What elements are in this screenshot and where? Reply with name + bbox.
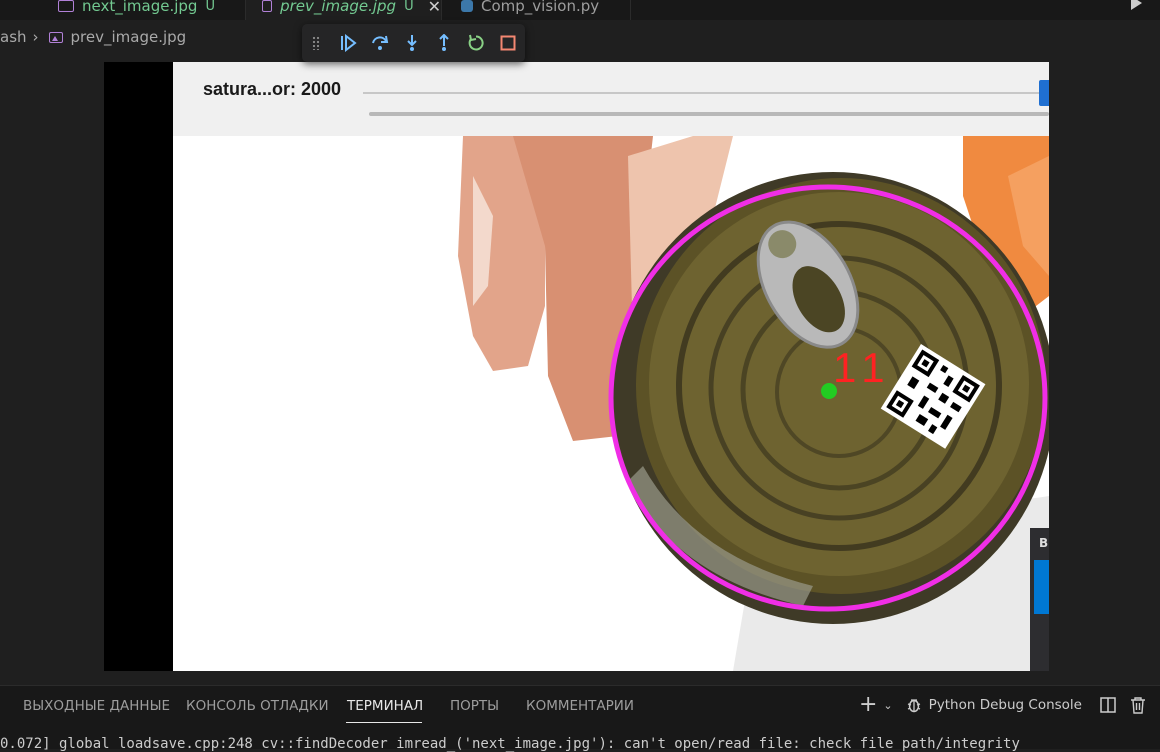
tab-output[interactable]: ВЫХОДНЫЕ ДАННЫЕ <box>23 698 170 714</box>
side-panel-highlight[interactable] <box>1034 560 1049 614</box>
panel-actions: + ⌄ Python Debug Console <box>859 694 1146 716</box>
tab-debug-console[interactable]: КОНСОЛЬ ОТЛАДКИ <box>186 698 329 714</box>
step-into-icon <box>407 35 417 51</box>
trackbar-track[interactable] <box>363 92 1049 94</box>
active-tab-indicator <box>346 722 422 723</box>
trash-icon[interactable] <box>1130 696 1146 714</box>
tab-label: Comp_vision.py <box>481 0 600 15</box>
untracked-badge: U <box>205 0 215 14</box>
tab-next-image[interactable]: next_image.jpg U <box>0 0 246 20</box>
tab-label: prev_image.jpg <box>280 0 397 15</box>
chevron-right-icon: › <box>32 28 39 46</box>
breadcrumb: ash › prev_image.jpg <box>0 24 186 50</box>
stop-icon <box>500 35 516 51</box>
drag-handle-icon[interactable] <box>312 36 320 50</box>
untracked-badge: U <box>404 0 414 14</box>
side-panel-letter: B <box>1039 536 1049 550</box>
close-icon[interactable]: ✕ <box>428 0 441 16</box>
tab-prev-image[interactable]: prev_image.jpg U ✕ <box>246 0 442 20</box>
image-file-icon <box>58 0 74 12</box>
tab-ports[interactable]: ПОРТЫ <box>450 698 499 714</box>
image-preview: satura...or: 2000 11 B <box>104 62 1049 671</box>
tab-comments[interactable]: КОММЕНТАРИИ <box>526 698 634 714</box>
split-terminal-icon[interactable] <box>1100 697 1116 713</box>
terminal-output-line: 0.072] global loadsave.cpp:248 cv::findD… <box>0 736 1020 752</box>
trackbar-groove <box>369 112 1049 116</box>
continue-button[interactable] <box>332 29 364 57</box>
breadcrumb-file[interactable]: prev_image.jpg <box>71 28 187 46</box>
run-icon[interactable] <box>1131 0 1142 10</box>
editor-tab-bar: next_image.jpg U prev_image.jpg U ✕ Comp… <box>0 0 1160 20</box>
debug-toolbar <box>302 24 525 62</box>
breadcrumb-parent[interactable]: ash <box>0 28 27 46</box>
opencv-window: satura...or: 2000 11 <box>173 62 1049 671</box>
bug-icon <box>907 699 920 713</box>
python-file-icon <box>461 0 473 12</box>
continue-icon <box>341 34 357 52</box>
image-file-icon <box>48 31 63 43</box>
trackbar-panel: satura...or: 2000 <box>173 62 1049 136</box>
step-over-button[interactable] <box>364 29 396 57</box>
side-panel: B <box>1030 528 1049 671</box>
tab-comp-vision[interactable]: Comp_vision.py <box>443 0 631 20</box>
bottom-panel: ВЫХОДНЫЕ ДАННЫЕ КОНСОЛЬ ОТЛАДКИ ТЕРМИНАЛ… <box>0 685 1160 752</box>
step-out-icon <box>439 34 449 51</box>
stop-button[interactable] <box>492 29 524 57</box>
chevron-down-icon[interactable]: ⌄ <box>883 699 892 712</box>
detection-label: 11 <box>833 344 893 391</box>
step-over-icon <box>372 35 389 50</box>
camera-image: 11 <box>173 136 1049 671</box>
step-into-button[interactable] <box>396 29 428 57</box>
trackbar-label: satura...or: 2000 <box>203 79 342 99</box>
step-out-button[interactable] <box>428 29 460 57</box>
terminal-profile-name[interactable]: Python Debug Console <box>929 697 1082 713</box>
tab-terminal[interactable]: ТЕРМИНАЛ <box>347 698 423 714</box>
tab-label: next_image.jpg <box>82 0 198 15</box>
trackbar-thumb[interactable] <box>1039 80 1049 106</box>
restart-button[interactable] <box>460 29 492 57</box>
restart-icon <box>468 34 484 51</box>
new-terminal-icon[interactable]: + <box>859 694 877 716</box>
image-file-icon <box>262 0 273 12</box>
